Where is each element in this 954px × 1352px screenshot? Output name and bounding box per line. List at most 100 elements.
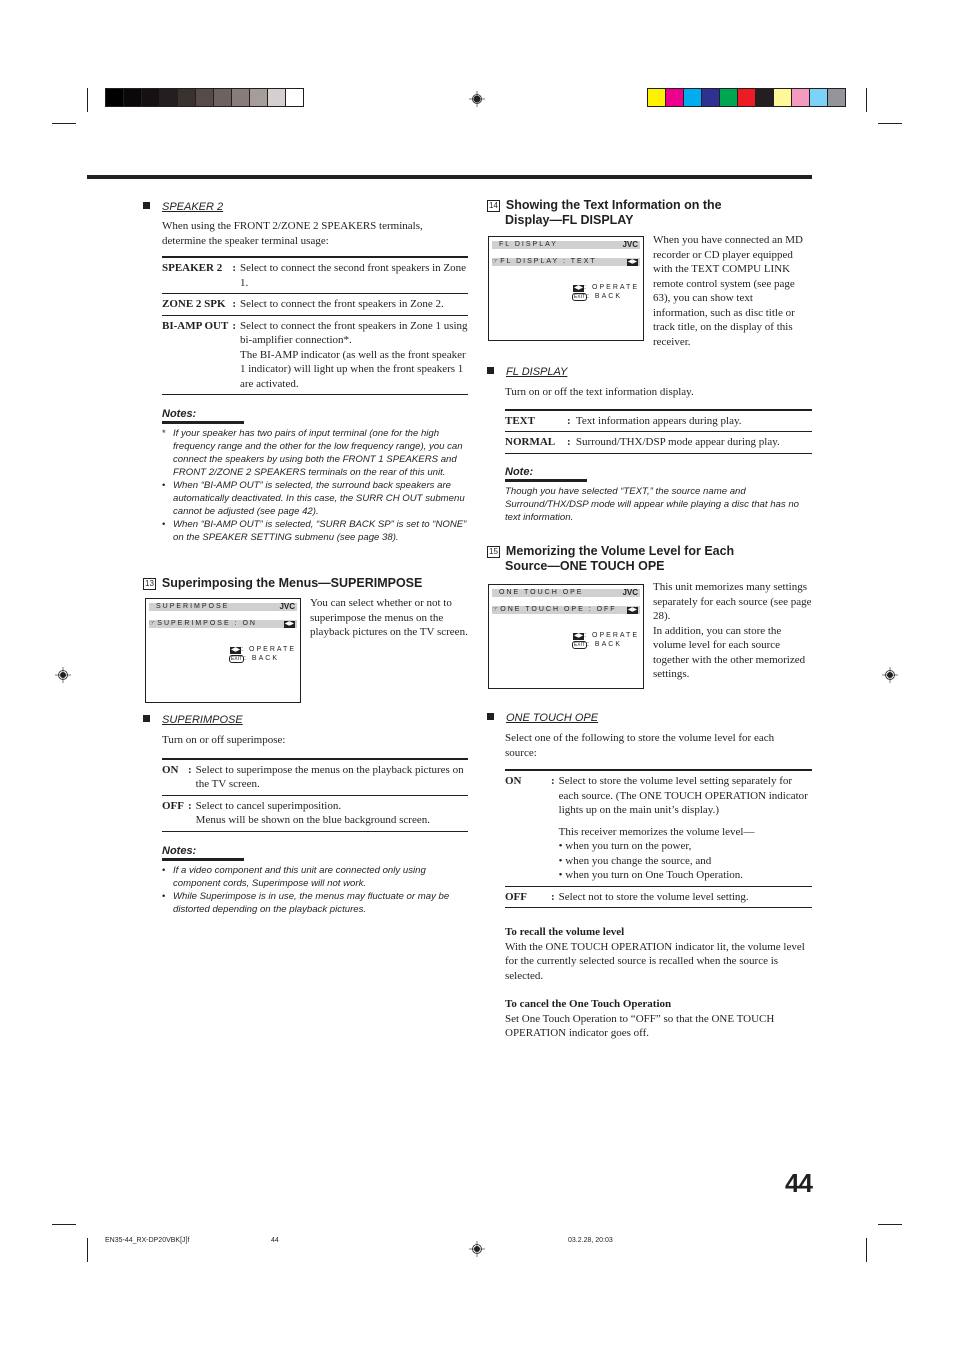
fl-display-intro: Turn on or off the text information disp… (505, 386, 694, 398)
screen-operate-line: ◀▶: OPERATE (229, 645, 296, 654)
exit-button-icon: EXIT (571, 641, 588, 649)
crop-mark (878, 1224, 902, 1225)
square-bullet-icon (143, 202, 150, 209)
color-swatch (774, 89, 792, 106)
square-bullet-icon (143, 715, 150, 722)
notes-heading: Notes: (162, 845, 244, 861)
speaker2-subsection: SPEAKER 2 When using the FRONT 2/ZONE 2 … (143, 197, 468, 544)
section-number: 15 (487, 546, 500, 558)
section-title-line1: Showing the Text Information on the (505, 198, 722, 212)
option-desc: Text information appears during play. (575, 414, 742, 427)
one-touch-subtitle: ONE TOUCH OPE (506, 712, 599, 724)
table-row: ON : Select to superimpose the menus on … (162, 759, 468, 796)
color-swatch (160, 89, 178, 106)
option-key: ON (505, 775, 522, 787)
section-title-line2: Display—FL DISPLAY (505, 213, 634, 227)
footer-page: 44 (271, 1237, 279, 1244)
option-desc-cell: Select to store the volume level setting… (559, 770, 812, 886)
option-desc: Select to connect the front speakers in … (239, 319, 468, 347)
option-key: BI-AMP OUT (162, 314, 233, 395)
superimpose-intro: Turn on or off superimpose: (162, 734, 286, 746)
one-touch-subsection: ONE TOUCH OPE Select one of the followin… (487, 708, 812, 1041)
colon: : (567, 431, 576, 453)
registration-mark-icon (469, 91, 485, 107)
table-row: NORMAL : Surround/THX/DSP mode appear du… (505, 431, 812, 453)
color-swatch (738, 89, 756, 106)
colon: : (551, 885, 559, 908)
note-heading: Note: (505, 466, 587, 482)
color-swatch (106, 89, 124, 106)
registration-mark-icon (882, 667, 898, 683)
bullet-item: • when you turn on the power, (558, 840, 692, 852)
note-item: • If a video component and this unit are … (162, 864, 468, 890)
cancel-text: Set One Touch Operation to “OFF” so that… (505, 1012, 775, 1040)
screen-setting-line: ☞FL DISPLAY : TEXT (492, 258, 597, 265)
note-marker: • (162, 864, 166, 876)
superimpose-description: You can select whether or not to superim… (310, 597, 468, 638)
recall-block: To recall the volume level With the ONE … (505, 925, 805, 983)
one-touch-subhead: ONE TOUCH OPE (487, 708, 812, 726)
screen-setting-bar: ☞SUPERIMPOSE : ON ◀▶ (149, 620, 297, 628)
screen-setting-bar: ☞ONE TOUCH OPE : OFF ◀▶ (492, 606, 640, 614)
note-marker: • (162, 480, 166, 491)
fl-display-description: When you have connected an MD recorder o… (653, 234, 803, 348)
notes-list: • If a video component and this unit are … (162, 864, 468, 916)
screen-title-bar: ONE TOUCH OPE JVC (492, 589, 640, 597)
color-swatch (268, 89, 286, 106)
crop-mark (866, 1238, 867, 1262)
color-swatch (666, 89, 684, 106)
left-right-arrows-icon: ◀▶ (572, 633, 585, 640)
back-label: : BACK (587, 293, 622, 300)
back-label: : BACK (244, 655, 279, 662)
fl-display-subtitle: FL DISPLAY (506, 366, 568, 378)
fl-display-subsection: FL DISPLAY Turn on or off the text infor… (487, 362, 812, 524)
operate-label: : OPERATE (584, 632, 639, 639)
color-swatch (702, 89, 720, 106)
left-right-arrows-icon: ◀▶ (626, 606, 638, 614)
footer-filename: EN35-44_RX-DP20VBK[J]f (105, 1237, 190, 1244)
note-item: • When “BI-AMP OUT” is selected, “SURR BA… (162, 518, 468, 544)
fl-display-subhead: FL DISPLAY (487, 362, 812, 380)
speaker2-subhead: SPEAKER 2 (143, 197, 468, 215)
exit-button-icon: EXIT (571, 293, 588, 301)
option-desc: Surround/THX/DSP mode appear during play… (575, 431, 812, 453)
note-text: If a video component and this unit are c… (173, 864, 426, 889)
note-item: • While Superimpose is in use, the menus … (162, 890, 468, 916)
option-desc-extra: The BI-AMP indicator (as well as the fro… (239, 348, 466, 390)
color-swatch (756, 89, 774, 106)
option-key: SPEAKER 2 (162, 262, 223, 274)
recall-title: To recall the volume level (505, 926, 625, 938)
option-extra: This receiver memorizes the volume level… (558, 825, 755, 838)
square-bullet-icon (487, 367, 494, 374)
screen-title: FL DISPLAY (499, 241, 558, 248)
screen-back-line: EXIT: BACK (571, 292, 622, 301)
superimpose-options-table: ON : Select to superimpose the menus on … (162, 757, 468, 832)
table-row: SPEAKER 2 : Select to connect the second… (162, 257, 468, 294)
screen-title-bar: SUPERIMPOSE JVC (149, 603, 297, 611)
colon: : (188, 794, 196, 831)
jvc-logo: JVC (622, 588, 638, 597)
color-swatch (684, 89, 702, 106)
colon: : (551, 775, 555, 787)
left-right-arrows-icon: ◀▶ (572, 285, 585, 292)
color-swatch (720, 89, 738, 106)
recall-text: With the ONE TOUCH OPERATION indicator l… (505, 940, 805, 982)
option-desc-cell: Select to connect the front speakers in … (239, 314, 468, 395)
note-item: • When “BI-AMP OUT” is selected, the surr… (162, 479, 468, 518)
bullet-text: when you turn on the power, (565, 840, 692, 852)
crop-mark (866, 88, 867, 112)
colon: : (232, 293, 240, 315)
color-swatch (250, 89, 268, 106)
section-title-line1: Memorizing the Volume Level for Each (505, 544, 735, 558)
screen-setting-bar: ☞FL DISPLAY : TEXT ◀▶ (492, 258, 640, 266)
screen-operate-line: ◀▶: OPERATE (572, 631, 639, 640)
screen-setting-line: ☞ONE TOUCH OPE : OFF (492, 606, 617, 613)
option-key: TEXT (505, 414, 535, 427)
table-row: ON : Select to store the volume level se… (505, 770, 812, 886)
registration-mark-icon (55, 667, 71, 683)
fl-display-options-table: TEXT : Text information appears during p… (505, 408, 812, 454)
option-key: OFF (505, 885, 551, 908)
colon: : (567, 414, 571, 427)
superimpose-heading: 13 Superimposing the Menus—SUPERIMPOSE (143, 576, 473, 591)
grayscale-color-bar (105, 88, 304, 107)
